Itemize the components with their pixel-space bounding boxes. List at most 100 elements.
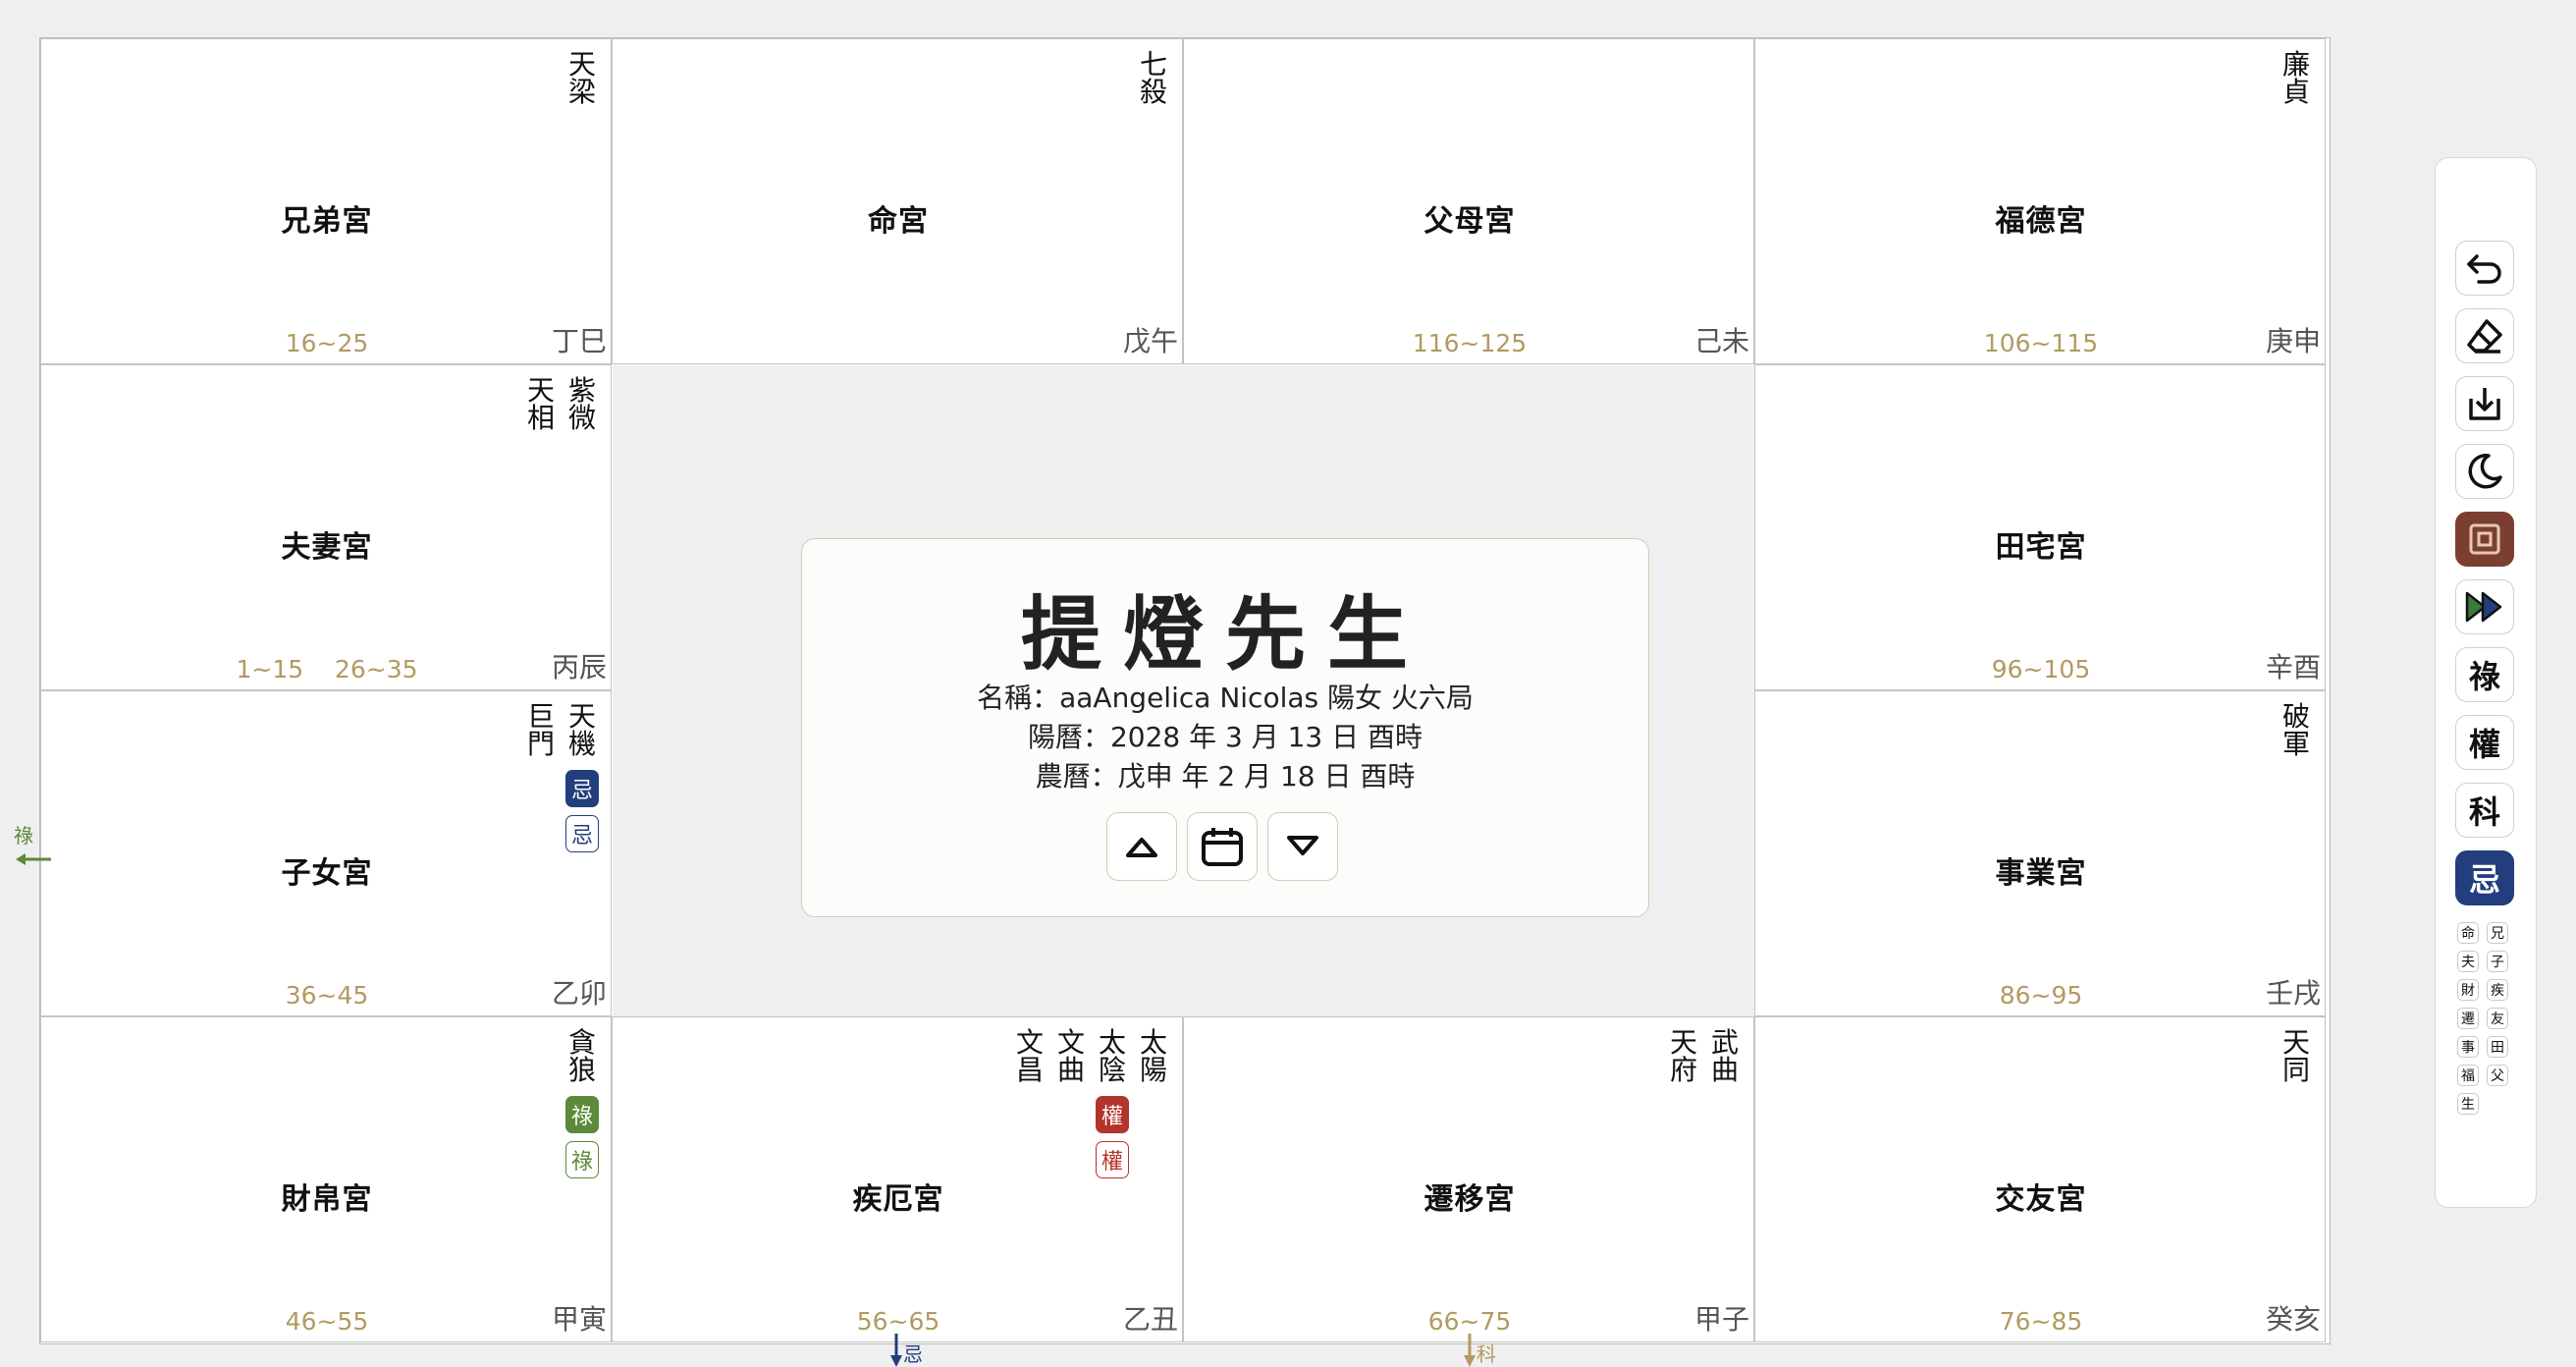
star: 七殺 <box>1139 51 1168 106</box>
eraser-button[interactable] <box>2455 308 2514 363</box>
star: 廉貞 <box>2281 51 2311 106</box>
star-name-char: 曲 <box>1056 1054 1085 1086</box>
ke-filter-button[interactable]: 科 <box>2455 783 2514 838</box>
palace-cell[interactable]: 破軍事業宮 86~95 壬戌 <box>1754 690 2326 1016</box>
palace-cell[interactable]: 父母宮 116~125 己未 <box>1183 38 1754 364</box>
quan-filter-button[interactable]: 權 <box>2455 715 2514 770</box>
star-name-char: 軍 <box>2281 728 2310 760</box>
transform-badge: 權 <box>1096 1096 1129 1133</box>
star-name-char: 紫 <box>567 374 596 407</box>
square-frame-icon <box>2469 523 2500 555</box>
age-range: 86~95 <box>1999 981 2083 1010</box>
palace-shortcut-button[interactable]: 生 <box>2457 1093 2479 1115</box>
palace-shortcut-button[interactable]: 財 <box>2457 979 2479 1001</box>
palace-shortcut-button[interactable]: 夫 <box>2457 951 2479 972</box>
palace-name: 疾厄宮 <box>852 1182 944 1217</box>
palace-name: 財帛宮 <box>281 1182 373 1217</box>
fast-forward-icon <box>2465 591 2502 623</box>
star-list: 天機忌忌巨門 <box>526 703 599 852</box>
ji-filter-button[interactable]: 忌 <box>2455 850 2514 905</box>
star-name-char: 文 <box>1056 1026 1085 1059</box>
undo-button[interactable] <box>2455 241 2514 296</box>
transform-badge: 祿 <box>565 1141 599 1178</box>
age-range: 96~105 <box>1991 655 2091 684</box>
palace-cell[interactable]: 田宅宮 96~105 辛酉 <box>1754 364 2326 690</box>
moon-icon <box>2468 454 2502 489</box>
star-name-char: 天 <box>526 374 555 407</box>
palace-name: 父母宮 <box>1423 204 1516 239</box>
star-list: 紫微天相 <box>526 377 597 432</box>
ganzhi-label: 甲寅 <box>551 1303 607 1336</box>
ganzhi-label: 丙辰 <box>551 651 607 684</box>
palace-shortcut-button[interactable]: 遷 <box>2457 1008 2479 1029</box>
palace-cell[interactable]: 紫微天相夫妻宮 1~15 26~35 丙辰 <box>40 364 612 690</box>
star-name-char: 府 <box>1669 1054 1697 1086</box>
calendar-button[interactable] <box>1187 812 1258 881</box>
next-button[interactable] <box>1267 812 1338 881</box>
palace-cell[interactable]: 廉貞福德宮 106~115 庚申 <box>1754 38 2326 364</box>
palace-cell[interactable]: 天同交友宮 76~85 癸亥 <box>1754 1016 2326 1342</box>
age-range: 56~65 <box>856 1307 940 1336</box>
star-name-char: 門 <box>526 728 555 760</box>
palace-cell[interactable]: 貪狼祿祿財帛宮 46~55 甲寅 <box>40 1016 612 1342</box>
star: 武曲 <box>1710 1029 1740 1084</box>
palace-shortcut-button[interactable]: 事 <box>2457 1036 2479 1058</box>
star: 天梁 <box>567 51 597 106</box>
palace-name: 交友宮 <box>1995 1182 2087 1217</box>
star-name-char: 文 <box>1015 1026 1044 1059</box>
palace-name: 田宅宮 <box>1995 530 2087 565</box>
palace-shortcut-button[interactable]: 父 <box>2487 1065 2508 1086</box>
star-list: 七殺 <box>1139 51 1168 106</box>
star-list: 武曲天府 <box>1669 1029 1740 1084</box>
star-name-char: 微 <box>567 402 596 434</box>
star-name-char: 七 <box>1139 48 1167 81</box>
palace-cell[interactable]: 太陽太陰權權文曲文昌疾厄宮 56~65 乙丑 <box>612 1016 1183 1342</box>
star: 貪狼祿祿 <box>565 1029 599 1178</box>
star-name-char: 太 <box>1139 1026 1167 1059</box>
age-range: 106~115 <box>1983 329 2099 357</box>
palace-shortcut-button[interactable]: 命 <box>2457 922 2479 944</box>
dark-mode-button[interactable] <box>2455 444 2514 499</box>
frame-toggle-button[interactable] <box>2455 512 2514 567</box>
ganzhi-label: 己未 <box>1693 325 1749 357</box>
lu-filter-button[interactable]: 祿 <box>2455 647 2514 702</box>
palace-shortcut-button[interactable]: 田 <box>2487 1036 2508 1058</box>
transform-badge: 忌 <box>565 770 599 807</box>
caret-down-icon <box>1287 836 1318 855</box>
palace-shortcut-button[interactable]: 友 <box>2487 1008 2508 1029</box>
star: 天府 <box>1669 1029 1698 1084</box>
age-range: 36~45 <box>285 981 369 1010</box>
palace-cell[interactable]: 天機忌忌巨門子女宮 36~45 乙卯 <box>40 690 612 1016</box>
star: 天相 <box>526 377 556 432</box>
palace-cell[interactable]: 天梁兄弟宮 16~25 丁巳 <box>40 38 612 364</box>
palace-cell[interactable]: 七殺命宮 戊午 <box>612 38 1183 364</box>
annotation-label: 科 <box>1476 1342 1496 1366</box>
palace-chart: 提燈先生 名稱：aaAngelica Nicolas 陽女 火六局 陽曆：202… <box>39 37 2331 1344</box>
arrow-left-icon <box>16 853 51 865</box>
star-name-char: 破 <box>2281 700 2310 733</box>
age-range: 116~125 <box>1412 329 1528 357</box>
transform-badge: 祿 <box>565 1096 599 1133</box>
age-range: 76~85 <box>1999 1307 2083 1336</box>
caret-up-icon <box>1126 838 1157 857</box>
arrow-down-icon <box>890 1334 902 1367</box>
bottom-annotation-ke: 科 <box>1463 1334 1496 1367</box>
download-button[interactable] <box>2455 376 2514 431</box>
star-list: 天同 <box>2281 1029 2311 1084</box>
palace-shortcut-button[interactable]: 兄 <box>2487 922 2508 944</box>
palace-shortcut-button[interactable]: 福 <box>2457 1065 2479 1086</box>
star: 天同 <box>2281 1029 2311 1084</box>
fast-forward-button[interactable] <box>2455 579 2514 634</box>
prev-button[interactable] <box>1106 812 1177 881</box>
palace-shortcut-button[interactable]: 子 <box>2487 951 2508 972</box>
undo-icon <box>2467 254 2501 284</box>
star-list: 天梁 <box>567 51 597 106</box>
palace-shortcut-button[interactable]: 疾 <box>2487 979 2508 1001</box>
palace-cell[interactable]: 武曲天府遷移宮 66~75 甲子 <box>1183 1016 1754 1342</box>
star-name-char: 殺 <box>1139 76 1167 108</box>
star-name-char: 機 <box>567 728 596 760</box>
star-name-char: 廉 <box>2281 48 2310 81</box>
left-annotation: 祿 <box>14 820 53 872</box>
palace-name: 福德宮 <box>1995 204 2087 239</box>
ganzhi-label: 戊午 <box>1122 325 1178 357</box>
